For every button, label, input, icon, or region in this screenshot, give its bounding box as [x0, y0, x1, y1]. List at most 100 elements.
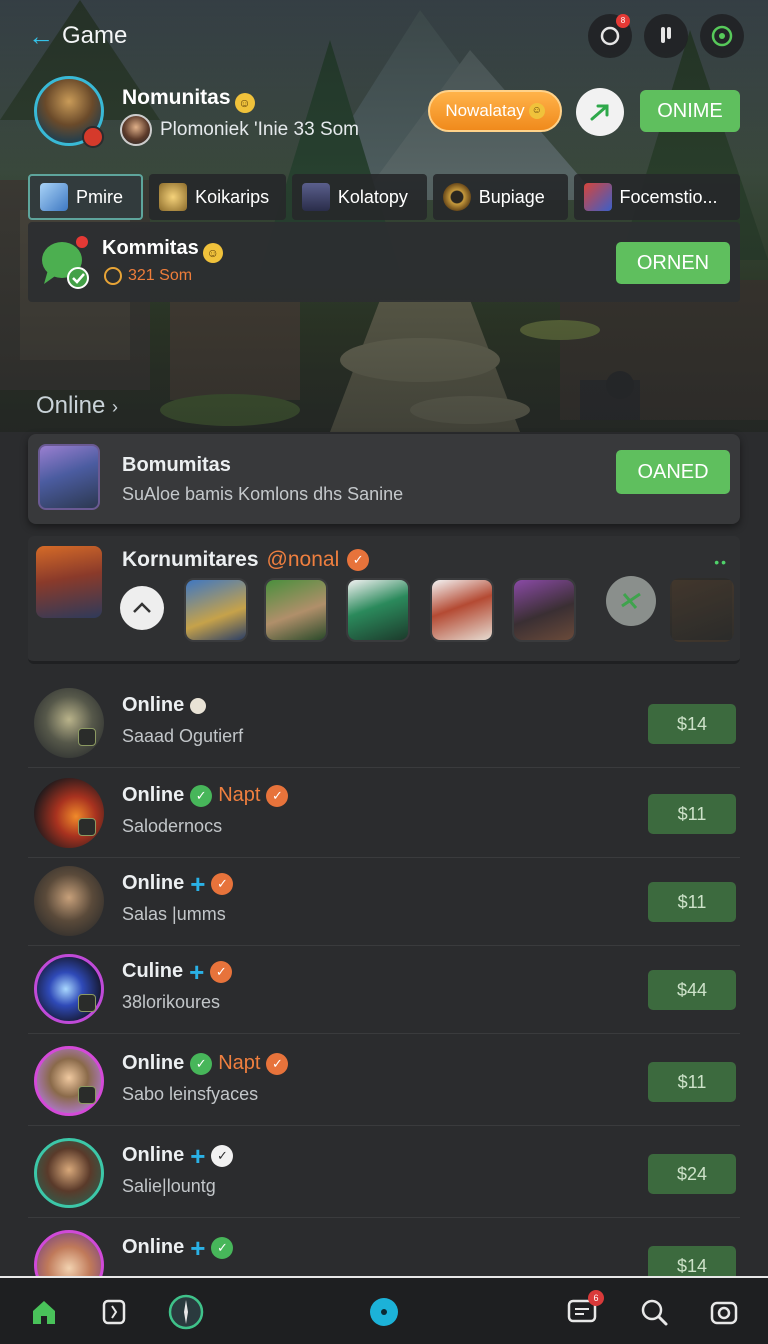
compass-pin-icon	[621, 592, 641, 609]
price-button[interactable]: $11	[648, 794, 736, 834]
tab-label: Koikarips	[195, 186, 270, 207]
avatar	[34, 866, 104, 936]
profile-name: Nomunitas ☺	[122, 86, 255, 113]
chat-badge: 6	[588, 1290, 604, 1306]
tab-koikarips[interactable]: Koikarips	[149, 174, 286, 220]
verified-icon: ✓	[266, 1052, 289, 1075]
level-badge	[78, 994, 96, 1012]
nav-chat[interactable]: 6	[564, 1290, 604, 1330]
tab-label: Focemstio...	[619, 186, 718, 207]
list-item[interactable]: Online ✓ Napt ✓ Sabo leinsfyaces $11	[28, 1038, 740, 1126]
back-button[interactable]: ← Game	[28, 22, 127, 50]
share-button[interactable]	[576, 88, 624, 136]
featured-subtitle: SuAloe bamis Komlons dhs Sanine	[122, 484, 404, 504]
list-item[interactable]: Culine + ✓ 38lorikoures $44	[28, 946, 740, 1034]
member-avatar[interactable]	[184, 578, 248, 642]
search-icon	[641, 1299, 668, 1326]
compass-icon	[168, 1294, 204, 1330]
price-button[interactable]: $14	[648, 704, 736, 744]
microphone-button[interactable]	[644, 14, 688, 58]
nav-cards[interactable]	[96, 1294, 132, 1330]
online-button[interactable]: ONIМE	[640, 90, 740, 132]
featured-action-button[interactable]: OANED	[616, 450, 730, 494]
nav-compass[interactable]	[168, 1294, 204, 1330]
plus-icon: +	[190, 1140, 206, 1171]
member-avatars	[120, 576, 740, 644]
row-title: Online + ✓	[122, 868, 234, 899]
online-link[interactable]: Online ›	[36, 392, 118, 420]
row-subtitle: Sabo leinsfyaces	[122, 1084, 259, 1104]
featured-avatar	[38, 444, 100, 510]
coin-icon	[104, 267, 122, 285]
refresh-button[interactable]: 8	[588, 14, 632, 58]
chat-bubble-icon	[42, 236, 89, 289]
row-title-text: Online	[122, 1052, 185, 1074]
refresh-icon	[600, 26, 620, 46]
tab-kolatopy[interactable]: Kolatopy	[291, 174, 427, 220]
nav-home[interactable]	[26, 1294, 62, 1330]
row-title: Online ✓ Napt ✓	[122, 1052, 289, 1075]
tab-label: Pmire	[76, 186, 124, 207]
list-item[interactable]: Online ✓ Napt ✓ Salodernocs $11	[28, 770, 740, 858]
target-button[interactable]	[700, 14, 744, 58]
community-avatar[interactable]	[36, 546, 102, 618]
notification-badge: 8	[616, 14, 630, 28]
price-button[interactable]: $44	[648, 970, 736, 1010]
chevron-right-icon: ›	[112, 397, 119, 417]
community-subtitle-text: 321 Som	[128, 267, 193, 284]
check-icon: ✓	[190, 1052, 213, 1075]
community-members-card: Kornumitares @nonal ✓ ••	[28, 536, 740, 664]
member-avatar[interactable]	[430, 578, 494, 642]
row-title: Online	[122, 694, 207, 717]
featured-card[interactable]: Bomumitas SuAloe bamis Komlons dhs Sanin…	[28, 434, 740, 524]
tab-bupiage[interactable]: Bupiage	[432, 174, 568, 220]
more-options-icon[interactable]: ••	[714, 554, 728, 570]
featured-title: Bomumitas	[122, 454, 231, 476]
row-title: Culine + ✓	[122, 959, 233, 985]
price-button[interactable]: $11	[648, 882, 736, 922]
page-title: Game	[62, 22, 128, 49]
nav-search[interactable]	[636, 1294, 672, 1330]
list-item[interactable]: Online Saaad Ogutierf $14	[28, 680, 740, 768]
verified-icon: ✓	[211, 872, 234, 895]
tab-label: Kolatopy	[337, 186, 408, 207]
avatar	[34, 1138, 104, 1208]
tab-focemstio[interactable]: Focemstio...	[573, 174, 741, 220]
row-tag: Napt	[218, 1052, 261, 1074]
list-item[interactable]: Online + ✓ $14	[28, 1222, 740, 1276]
center-dot-icon	[370, 1298, 398, 1326]
price-button[interactable]: $11	[648, 1062, 736, 1102]
list-item[interactable]: Online + ✓ Salie|lountg $24	[28, 1130, 740, 1218]
verified-icon: ✓	[347, 549, 370, 571]
member-avatar[interactable]	[670, 578, 734, 642]
avatar	[34, 1230, 104, 1276]
community-card[interactable]: Kommitas ☺ 321 Som ORNEN	[28, 222, 740, 302]
row-subtitle: Saaad Ogutierf	[122, 726, 244, 746]
row-title: Online + ✓	[122, 1140, 234, 1171]
row-title: Online + ✓	[122, 1235, 234, 1261]
member-avatar[interactable]	[264, 578, 328, 642]
add-member-button[interactable]	[606, 576, 656, 626]
nav-camera[interactable]	[706, 1294, 742, 1330]
open-community-button[interactable]: ORNEN	[616, 242, 730, 284]
member-avatar[interactable]	[512, 578, 576, 642]
nav-center[interactable]	[366, 1294, 402, 1330]
community-tag: @nonal	[266, 548, 340, 571]
level-badge	[78, 818, 96, 836]
price-button[interactable]: $24	[648, 1154, 736, 1194]
status-dot-icon	[190, 697, 207, 714]
status-pill-button[interactable]: Nowalatay ☺	[428, 90, 562, 132]
top-icon-bar: 8	[588, 14, 744, 58]
row-subtitle: Salie|lountg	[122, 1176, 216, 1196]
tab-label: Bupiage	[478, 186, 545, 207]
price-button[interactable]: $14	[648, 1246, 736, 1276]
member-avatar[interactable]	[346, 578, 410, 642]
plus-icon: +	[190, 868, 206, 899]
row-title-text: Online	[122, 1144, 185, 1166]
community-subtitle: 321 Som	[104, 267, 192, 285]
tab-pmire[interactable]: Pmire	[28, 174, 144, 220]
mini-avatar	[120, 114, 152, 146]
profile-subtitle-row: Plomoniek 'Inie 33 Som	[120, 114, 359, 146]
list-item[interactable]: Online + ✓ Salas |umms $11	[28, 858, 740, 946]
remove-member-button[interactable]	[120, 586, 164, 630]
